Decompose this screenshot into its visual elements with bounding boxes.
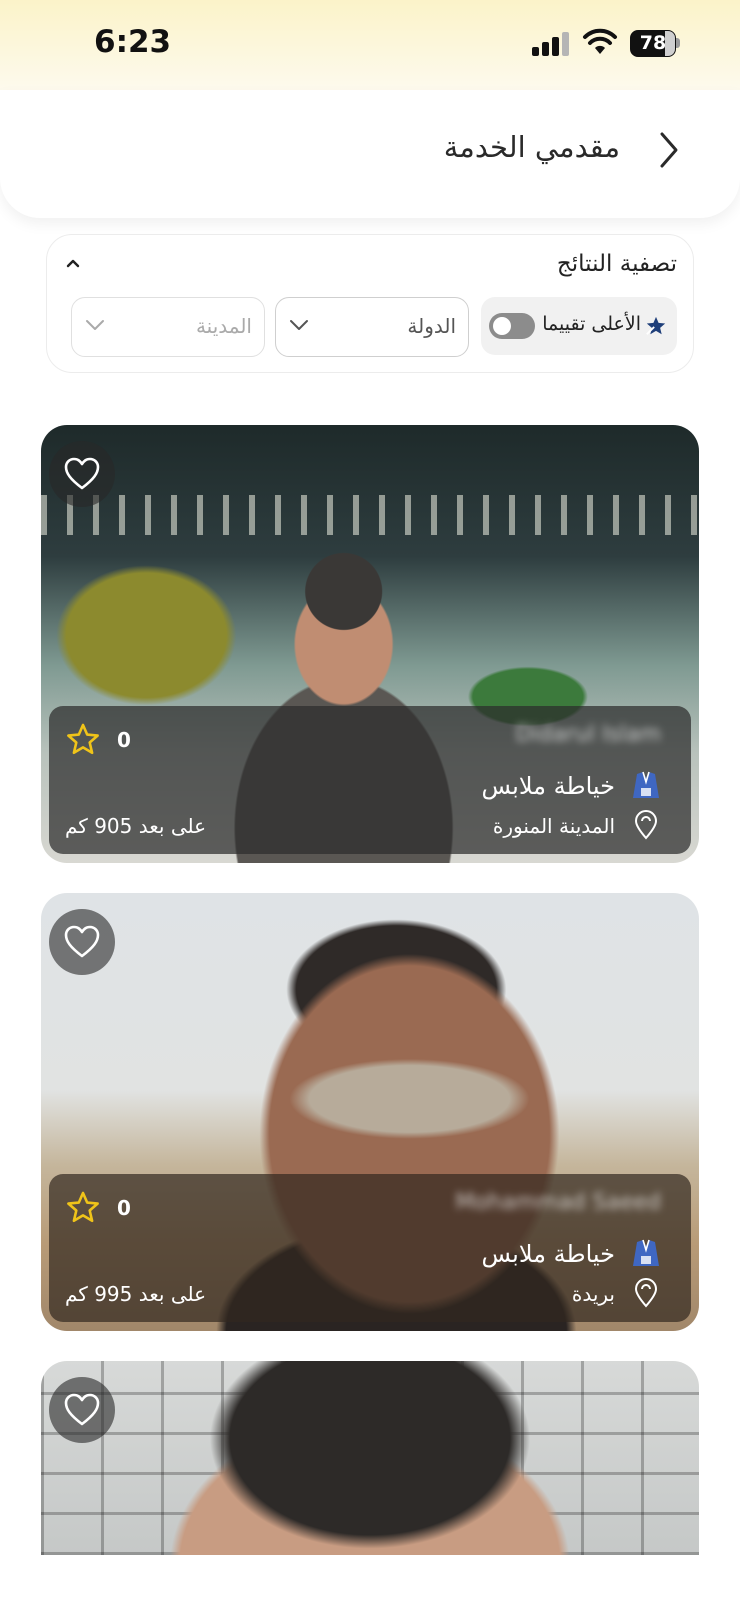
top-rated-label: الأعلى تقييما xyxy=(542,313,641,335)
distance: على بعد 995 كم xyxy=(65,1282,207,1306)
chevron-down-icon xyxy=(86,320,104,330)
location-pin-icon xyxy=(634,810,658,840)
top-rated-toggle[interactable] xyxy=(489,313,535,339)
heart-icon xyxy=(64,925,100,958)
rating-value: 0 xyxy=(117,728,131,752)
location-pin-icon xyxy=(634,1278,658,1308)
star-outline-icon xyxy=(67,1191,99,1223)
city-select[interactable]: المدينة xyxy=(71,297,265,357)
string-lights xyxy=(41,495,699,535)
distance: على بعد 905 كم xyxy=(65,814,207,838)
service-name: خياطة ملابس xyxy=(481,772,615,800)
provider-name: Mohammad Saeed xyxy=(455,1190,661,1215)
rated-star-icon xyxy=(646,316,666,335)
service-name: خياطة ملابس xyxy=(481,1240,615,1268)
favorite-button[interactable] xyxy=(49,1377,115,1443)
status-bar: 6:23 78 xyxy=(0,0,740,90)
toggle-knob xyxy=(493,317,511,335)
battery-level: 78 xyxy=(639,32,667,54)
filter-title: تصفية النتائج xyxy=(556,251,677,277)
chevron-up-icon[interactable] xyxy=(63,253,83,273)
favorite-button[interactable] xyxy=(49,909,115,975)
heart-icon xyxy=(64,1393,100,1426)
favorite-button[interactable] xyxy=(49,441,115,507)
provider-info-panel: Didarul Islam 0 خياطة ملابس المدينة المن… xyxy=(49,706,691,854)
provider-card[interactable]: Mohammad Saeed 0 خياطة ملابس بريدة على ب… xyxy=(41,893,699,1331)
heart-icon xyxy=(64,457,100,490)
provider-photo xyxy=(41,1361,699,1555)
chevron-down-icon xyxy=(290,320,308,330)
provider-card[interactable]: Didarul Islam 0 خياطة ملابس المدينة المن… xyxy=(41,425,699,863)
rating-value: 0 xyxy=(117,1196,131,1220)
country-select[interactable]: الدولة xyxy=(275,297,469,357)
app-header: مقدمي الخدمة xyxy=(0,90,740,218)
star-outline-icon xyxy=(67,723,99,755)
top-rated-filter[interactable]: الأعلى تقييما xyxy=(481,297,677,355)
provider-name: Didarul Islam xyxy=(515,722,661,747)
tailoring-icon xyxy=(633,1239,659,1266)
signal-icon xyxy=(532,32,570,56)
provider-card[interactable] xyxy=(41,1361,699,1555)
city-placeholder: المدينة xyxy=(195,314,252,338)
battery-icon: 78 xyxy=(630,30,682,57)
provider-info-panel: Mohammad Saeed 0 خياطة ملابس بريدة على ب… xyxy=(49,1174,691,1322)
city-name: المدينة المنورة xyxy=(492,814,615,838)
status-time: 6:23 xyxy=(94,24,172,60)
page-title: مقدمي الخدمة xyxy=(443,130,620,164)
chevron-right-icon[interactable] xyxy=(656,130,682,170)
wifi-icon xyxy=(583,28,617,54)
filter-panel: تصفية النتائج الأعلى تقييما الدولة المدي… xyxy=(46,234,694,373)
country-placeholder: الدولة xyxy=(407,314,456,338)
city-name: بريدة xyxy=(571,1282,615,1306)
tailoring-icon xyxy=(633,771,659,798)
